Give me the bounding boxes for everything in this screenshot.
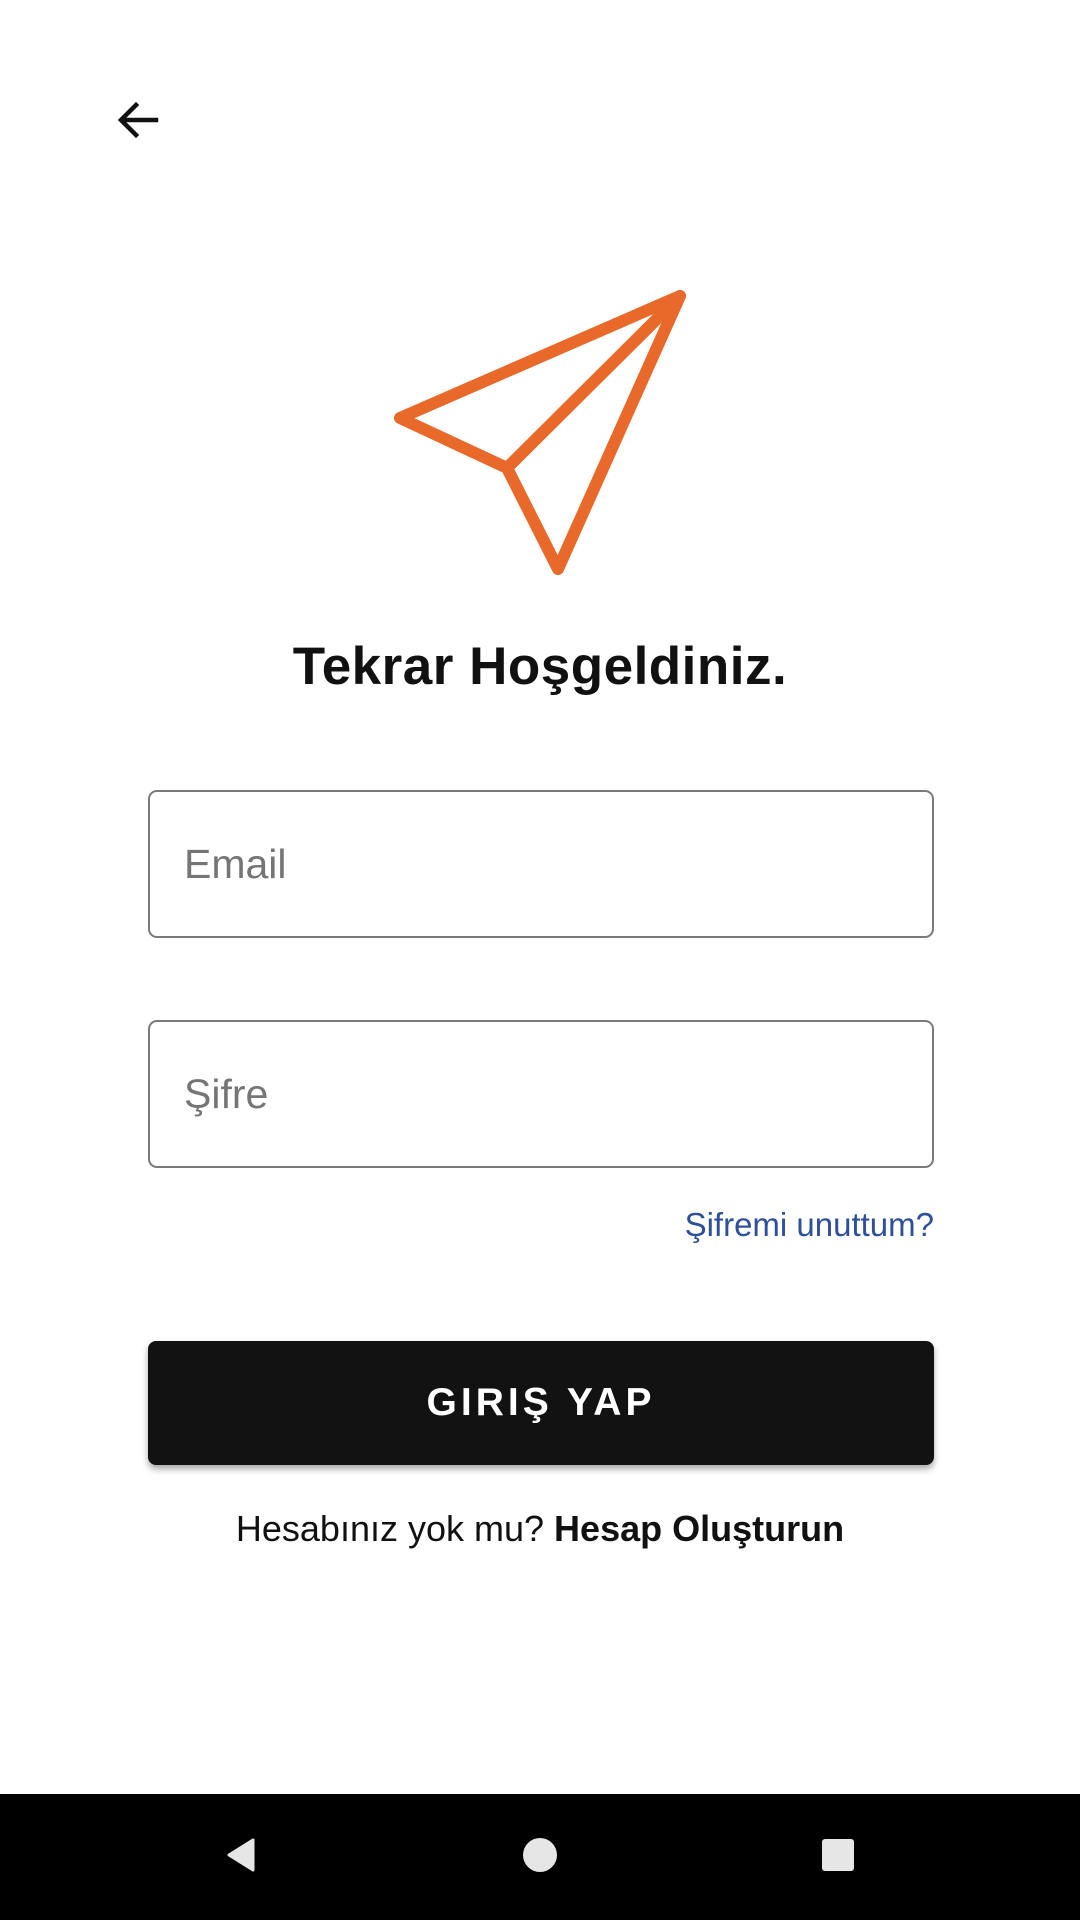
- paper-plane-icon: [390, 284, 690, 584]
- triangle-back-icon: [221, 1835, 261, 1880]
- login-screen: Tekrar Hoşgeldiniz. Şifremi unuttum? GIR…: [0, 0, 1080, 1920]
- password-field[interactable]: [148, 1020, 934, 1168]
- email-field[interactable]: [148, 790, 934, 938]
- password-input[interactable]: [150, 1022, 932, 1166]
- circle-home-icon: [520, 1835, 560, 1880]
- signup-prompt-text: Hesabınız yok mu?: [235, 1508, 555, 1549]
- square-recents-icon: [818, 1835, 858, 1880]
- back-button[interactable]: [96, 80, 180, 164]
- page-title: Tekrar Hoşgeldiniz.: [292, 637, 788, 696]
- create-account-link[interactable]: Hesap Oluşturun: [554, 1508, 844, 1549]
- nav-home-button[interactable]: [495, 1812, 585, 1902]
- system-navigation-bar: [0, 1794, 1080, 1920]
- nav-back-button[interactable]: [196, 1812, 286, 1902]
- email-input[interactable]: [150, 792, 932, 936]
- signup-prompt: Hesabınız yok mu? Hesap Oluşturun: [0, 1508, 1080, 1550]
- login-button[interactable]: GIRIŞ YAP: [148, 1341, 934, 1465]
- forgot-password-link[interactable]: Şifremi unuttum?: [685, 1206, 934, 1244]
- arrow-left-icon: [114, 96, 162, 149]
- nav-recents-button[interactable]: [793, 1812, 883, 1902]
